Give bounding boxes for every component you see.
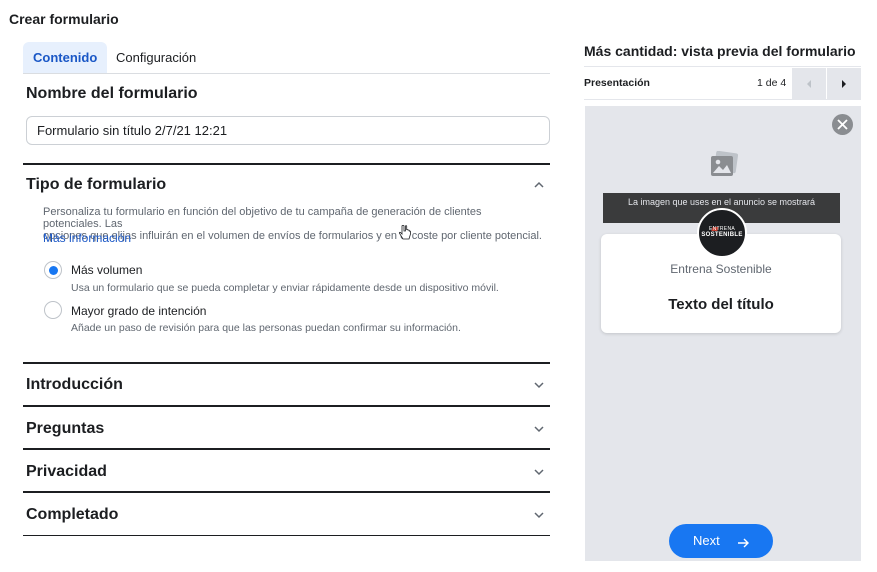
chevron-down-icon[interactable] xyxy=(534,467,544,477)
divider xyxy=(23,491,550,493)
tab-bar: Contenido Configuración xyxy=(23,42,550,74)
section-completado[interactable]: Completado xyxy=(26,506,118,524)
radio-label[interactable]: Mayor grado de intención xyxy=(71,304,206,318)
image-placeholder-icon xyxy=(709,150,739,178)
close-icon[interactable] xyxy=(832,114,853,135)
radio-mas-volumen[interactable] xyxy=(44,261,62,279)
prev-page-button[interactable] xyxy=(792,68,826,99)
radio-label[interactable]: Más volumen xyxy=(71,263,142,277)
chevron-up-icon[interactable] xyxy=(534,180,544,190)
form-preview: La imagen que uses en el anuncio se most… xyxy=(585,106,861,561)
divider xyxy=(23,405,550,407)
preview-nav-bar: Presentación 1 de 4 xyxy=(584,66,861,100)
chevron-left-icon xyxy=(807,79,811,88)
form-name-heading: Nombre del formulario xyxy=(26,85,198,102)
section-privacidad[interactable]: Privacidad xyxy=(26,463,107,481)
tab-contenido[interactable]: Contenido xyxy=(23,42,108,73)
avatar-text: SOSTENIBLE xyxy=(701,232,743,238)
next-button[interactable]: Next xyxy=(669,524,773,558)
divider xyxy=(23,163,550,165)
form-type-heading[interactable]: Tipo de formulario xyxy=(26,176,166,194)
description-line: Personaliza tu formulario en función del… xyxy=(43,206,482,230)
chevron-down-icon[interactable] xyxy=(534,510,544,520)
divider xyxy=(23,448,550,450)
chevron-down-icon[interactable] xyxy=(534,424,544,434)
next-button-label: Next xyxy=(693,533,720,548)
divider xyxy=(23,535,550,536)
radio-description: Usa un formulario que se pueda completar… xyxy=(71,282,499,294)
window-title: Crear formulario xyxy=(9,11,119,27)
page-count: 1 de 4 xyxy=(757,77,787,89)
arrow-right-icon xyxy=(737,536,749,548)
avatar: ENTRENA SOSTENIBLE xyxy=(697,208,747,258)
section-preguntas[interactable]: Preguntas xyxy=(26,420,104,438)
preview-title: Más cantidad: vista previa del formulari… xyxy=(584,43,856,59)
hand-cursor-icon xyxy=(398,225,412,241)
divider xyxy=(23,362,550,364)
chevron-right-icon xyxy=(842,79,846,88)
form-name-input[interactable] xyxy=(26,116,550,145)
radio-description: Añade un paso de revisión para que las p… xyxy=(71,322,461,334)
next-page-button[interactable] xyxy=(827,68,861,99)
headline-text: Texto del título xyxy=(668,296,774,313)
more-info-link[interactable]: Más información xyxy=(43,231,131,245)
chevron-down-icon[interactable] xyxy=(534,380,544,390)
section-introduccion[interactable]: Introducción xyxy=(26,376,123,394)
company-name: Entrena Sostenible xyxy=(670,262,772,276)
preview-nav-label: Presentación xyxy=(584,77,650,89)
tab-configuracion[interactable]: Configuración xyxy=(106,42,206,73)
radio-mayor-intencion[interactable] xyxy=(44,301,62,319)
